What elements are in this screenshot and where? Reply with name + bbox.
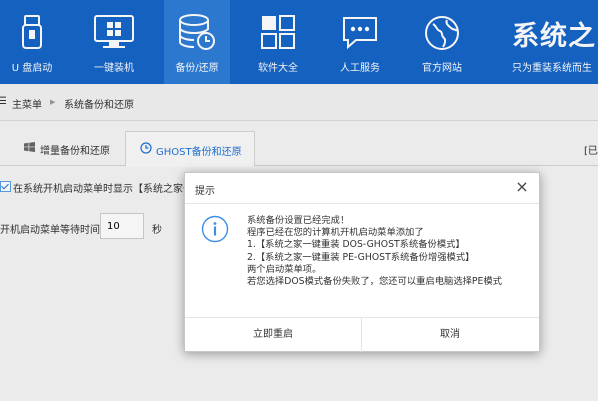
dialog-title: 提示 (195, 186, 215, 197)
prompt-dialog: 提示 × 系统备份设置已经完成！ 程序已经在您的计算机开机启动菜单添加了 1.【… (184, 172, 540, 352)
message-line: 2.【系统之家一键重装 PE-GHOST系统备份增强模式】 (247, 251, 475, 263)
message-line: 若您选择DOS模式备份失败了，您还可以重启电脑选择PE模式 (247, 276, 502, 288)
message-line: 两个启动菜单项。 (247, 263, 322, 275)
dialog-footer: 立即重启 取消 (185, 317, 539, 352)
message-line: 1.【系统之家一键重装 DOS-GHOST系统备份模式】 (247, 239, 465, 251)
message-line: 系统备份设置已经完成！ (247, 215, 350, 226)
dialog-message: 系统备份设置已经完成！ 程序已经在您的计算机开机启动菜单添加了 1.【系统之家一… (247, 215, 532, 288)
info-icon (201, 215, 229, 246)
cancel-button[interactable]: 取消 (362, 318, 538, 352)
dialog-header: 提示 × (185, 173, 539, 204)
restart-now-button[interactable]: 立即重启 (185, 318, 362, 352)
close-icon[interactable]: × (513, 178, 531, 196)
message-line: 程序已经在您的计算机开机启动菜单添加了 (247, 227, 424, 239)
